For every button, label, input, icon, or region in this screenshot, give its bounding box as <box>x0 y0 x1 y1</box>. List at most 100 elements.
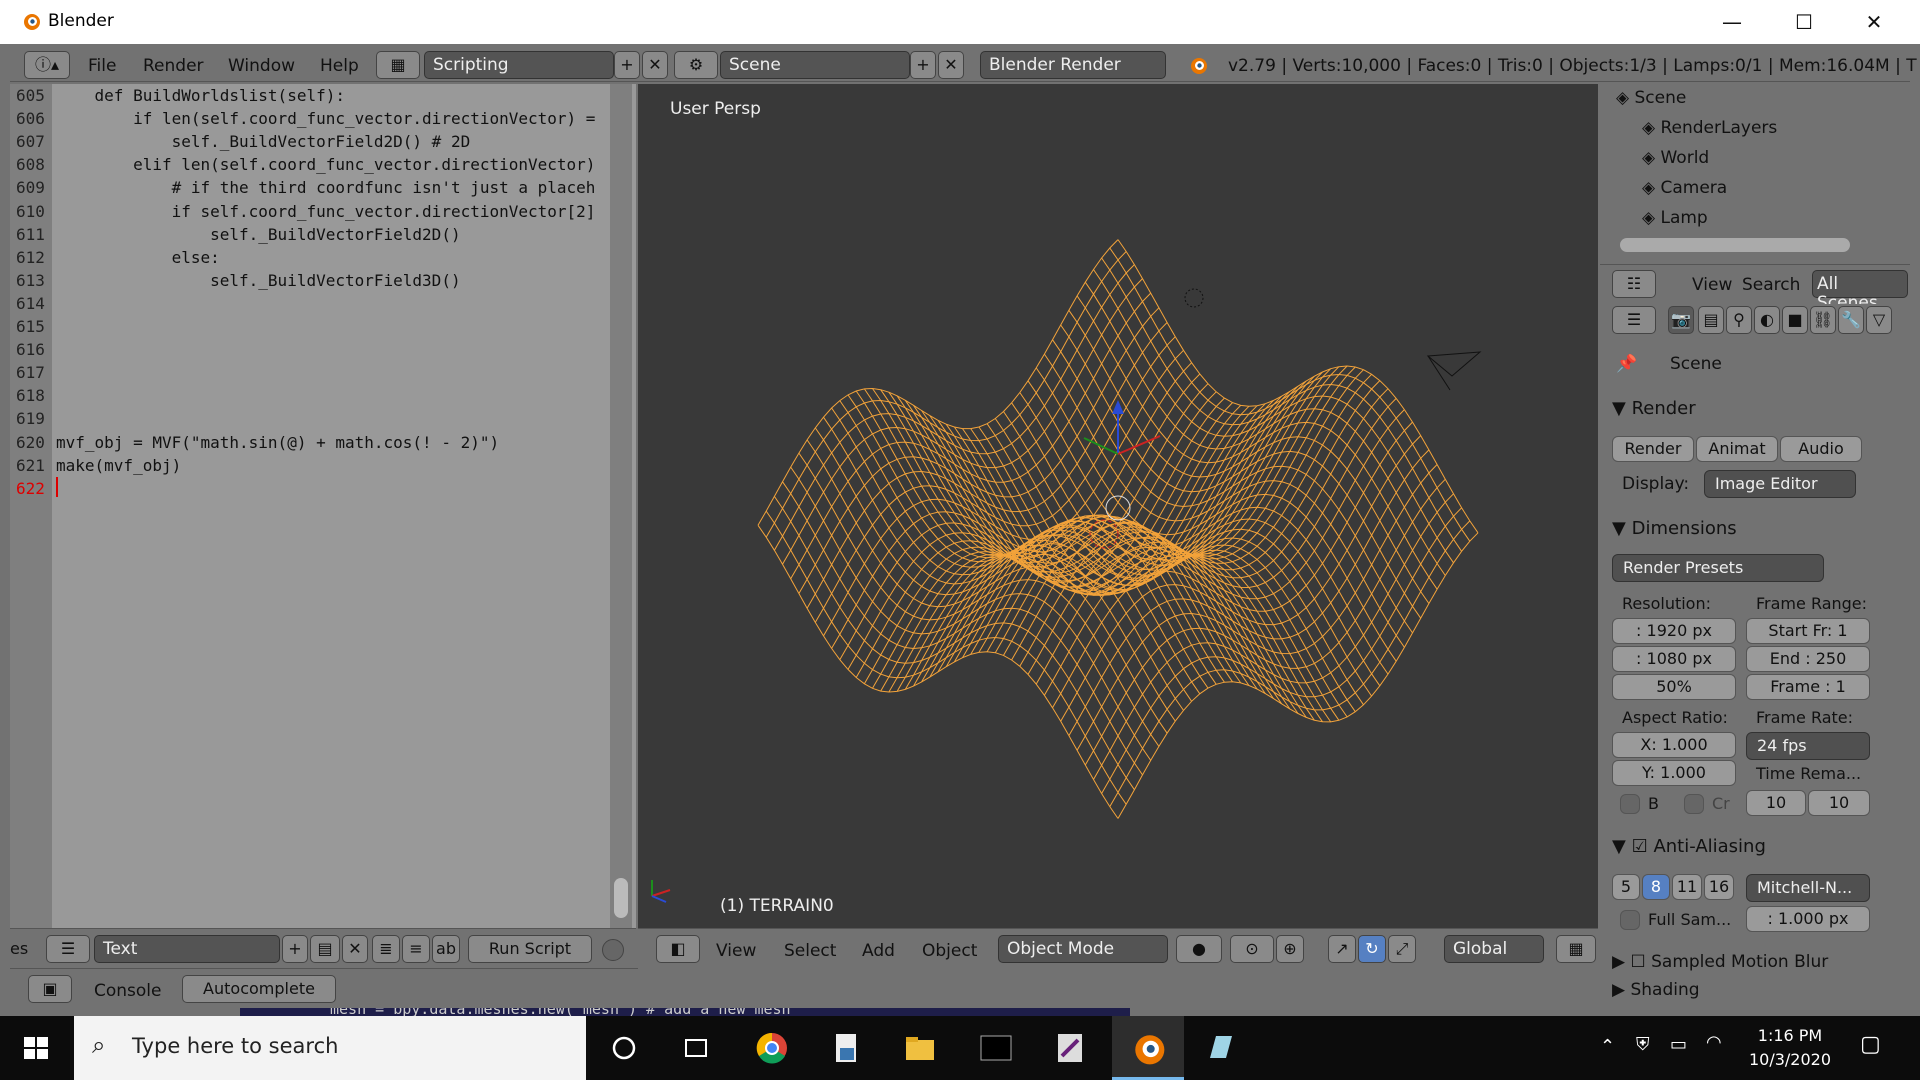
outliner-menu-search[interactable]: Search <box>1742 275 1800 295</box>
dimensions-panel-header[interactable]: ▼ Dimensions <box>1612 518 1737 539</box>
crop-checkbox[interactable] <box>1684 794 1704 814</box>
aa-samples-8-button[interactable]: 8 <box>1642 874 1670 900</box>
render-presets-dropdown[interactable]: Render Presets <box>1612 554 1824 582</box>
screen-layout-icon[interactable]: ▦ <box>376 51 420 79</box>
python-editor-icon[interactable] <box>826 1028 866 1068</box>
outliner-item-scene[interactable]: ◈ Scene <box>1616 88 1686 108</box>
viewport-menu-select[interactable]: Select <box>784 941 836 961</box>
console-menu[interactable]: Console <box>94 981 162 1001</box>
properties-editor-type-button[interactable]: ☰ <box>1612 306 1656 334</box>
viewport-menu-add[interactable]: Add <box>862 941 895 961</box>
display-dropdown[interactable]: Image Editor <box>1704 470 1856 498</box>
3d-viewport[interactable]: User Persp (1) TERRAIN0 <box>638 84 1598 928</box>
menu-help[interactable]: Help <box>320 56 359 76</box>
unlink-text-button[interactable]: ✕ <box>342 935 368 963</box>
notepad-icon[interactable] <box>1200 1028 1240 1068</box>
screen-layout-field[interactable]: Scripting <box>424 51 614 79</box>
filter-size-field[interactable]: : 1.000 px <box>1746 906 1870 932</box>
blender-taskbar-tab[interactable] <box>1112 1016 1184 1080</box>
aa-samples-11-button[interactable]: 11 <box>1672 874 1702 900</box>
properties-editor[interactable]: ☰ 📷 ▤ ⚲ ◐ ■ ⛓ 🔧 ▽ 📌 Scene ▼ Render Rende… <box>1600 304 1910 1008</box>
remove-scene-button[interactable]: ✕ <box>938 51 964 79</box>
file-explorer-icon[interactable] <box>900 1028 940 1068</box>
aa-samples-16-button[interactable]: 16 <box>1704 874 1734 900</box>
scene-icon[interactable]: ⚙ <box>674 51 718 79</box>
pin-icon[interactable]: 📌 <box>1616 354 1637 374</box>
shading-panel-header[interactable]: ▶ Shading <box>1612 980 1700 1000</box>
rotate-manipulator-icon[interactable]: ↻ <box>1358 935 1386 963</box>
modifiers-tab-icon[interactable]: 🔧 <box>1838 306 1864 334</box>
render-image-button[interactable]: Render <box>1612 436 1694 462</box>
editor-scrollbar[interactable] <box>610 84 632 928</box>
menu-file[interactable]: File <box>88 56 116 76</box>
menu-window[interactable]: Window <box>228 56 295 76</box>
console-editor-type-button[interactable]: ▣ <box>28 975 72 1003</box>
frame-step-field[interactable]: Frame : 1 <box>1746 674 1870 700</box>
outliner-display-mode-dropdown[interactable]: All Scenes <box>1812 270 1908 313</box>
outliner-item-camera[interactable]: ◈ Camera <box>1642 178 1727 198</box>
aa-samples-5-button[interactable]: 5 <box>1612 874 1640 900</box>
resolution-x-field[interactable]: : 1920 px <box>1612 618 1736 644</box>
editor-type-button[interactable]: ☰ <box>46 935 90 963</box>
pivot-point-dropdown[interactable]: ⊙ <box>1230 935 1274 963</box>
outliner-scrollbar[interactable] <box>1620 238 1850 252</box>
frame-end-field[interactable]: End : 250 <box>1746 646 1870 672</box>
outliner-editor-type-button[interactable]: ☷ <box>1612 270 1656 298</box>
outliner-item-world[interactable]: ◈ World <box>1642 148 1709 168</box>
windows-start-icon[interactable] <box>16 1028 56 1068</box>
chevron-up-icon[interactable]: ⌃ <box>1600 1036 1615 1057</box>
cortana-icon[interactable] <box>604 1028 644 1068</box>
time-remap-old-field[interactable]: 10 <box>1746 790 1806 816</box>
interaction-mode-dropdown[interactable]: Object Mode <box>998 935 1168 963</box>
full-sample-checkbox[interactable] <box>1620 910 1640 930</box>
layers-grid-icon[interactable]: ▦ <box>1556 935 1596 963</box>
notification-icon[interactable]: ▢ <box>1860 1032 1881 1057</box>
viewport-menu-object[interactable]: Object <box>922 941 977 961</box>
render-panel-header[interactable]: ▼ Render <box>1612 398 1696 419</box>
manipulator-toggle-icon[interactable]: ⊕ <box>1276 935 1304 963</box>
object-tab-icon[interactable]: ■ <box>1782 306 1808 334</box>
data-tab-icon[interactable]: ▽ <box>1866 306 1892 334</box>
constraints-tab-icon[interactable]: ⛓ <box>1810 306 1836 334</box>
aspect-y-field[interactable]: Y: 1.000 <box>1612 760 1736 786</box>
aspect-x-field[interactable]: X: 1.000 <box>1612 732 1736 758</box>
anti-aliasing-panel-header[interactable]: ▼ ☑ Anti-Aliasing <box>1612 836 1766 857</box>
syntax-highlight-toggle-icon[interactable]: ab <box>432 935 460 963</box>
world-tab-icon[interactable]: ◐ <box>1754 306 1780 334</box>
viewport-shading-dropdown[interactable]: ● <box>1176 935 1222 963</box>
scale-manipulator-icon[interactable]: ⤢ <box>1388 935 1416 963</box>
new-text-button[interactable]: + <box>282 935 308 963</box>
aa-filter-dropdown[interactable]: Mitchell-N... <box>1746 874 1870 902</box>
outliner-item-lamp[interactable]: ◈ Lamp <box>1642 208 1708 228</box>
chrome-icon[interactable] <box>752 1028 792 1068</box>
wifi-icon[interactable]: ◠ <box>1706 1032 1722 1053</box>
scene-tab-icon[interactable]: ⚲ <box>1726 306 1752 334</box>
frame-start-field[interactable]: Start Fr: 1 <box>1746 618 1870 644</box>
outliner[interactable]: ◈ Scene ◈ RenderLayers ◈ World ◈ Camera ◈ La… <box>1600 84 1910 264</box>
maximize-button[interactable]: ☐ <box>1776 0 1832 44</box>
task-view-icon[interactable] <box>676 1028 716 1068</box>
editor-type-info-button[interactable]: ⓘ▴ <box>24 51 70 79</box>
add-layout-button[interactable]: + <box>614 51 640 79</box>
outliner-item-renderlayers[interactable]: ◈ RenderLayers <box>1642 118 1777 138</box>
add-scene-button[interactable]: + <box>910 51 936 79</box>
remove-layout-button[interactable]: ✕ <box>642 51 668 79</box>
transform-orientation-dropdown[interactable]: Global <box>1444 935 1544 963</box>
translate-manipulator-icon[interactable]: ↗ <box>1328 935 1356 963</box>
security-icon[interactable]: ⛨ <box>1636 1034 1650 1055</box>
render-tab-icon[interactable]: 📷 <box>1668 306 1694 334</box>
render-engine-dropdown[interactable]: Blender Render <box>980 51 1166 79</box>
viewport-editor-type-button[interactable]: ◧ <box>656 935 700 963</box>
live-edit-checkbox[interactable] <box>602 939 624 961</box>
word-wrap-toggle-icon[interactable]: ≡ <box>402 935 430 963</box>
viewport-menu-view[interactable]: View <box>716 941 756 961</box>
line-numbers-toggle-icon[interactable]: ≣ <box>372 935 400 963</box>
scene-field[interactable]: Scene <box>720 51 910 79</box>
run-script-button[interactable]: Run Script <box>468 935 592 963</box>
render-layers-tab-icon[interactable]: ▤ <box>1698 306 1724 334</box>
resolution-percentage-slider[interactable]: 50% <box>1612 674 1736 700</box>
scrollbar-thumb[interactable] <box>614 878 628 918</box>
taskbar-search-box[interactable]: ⌕ Type here to search <box>74 1016 586 1080</box>
render-audio-button[interactable]: Audio <box>1780 436 1862 462</box>
time-remap-new-field[interactable]: 10 <box>1808 790 1870 816</box>
